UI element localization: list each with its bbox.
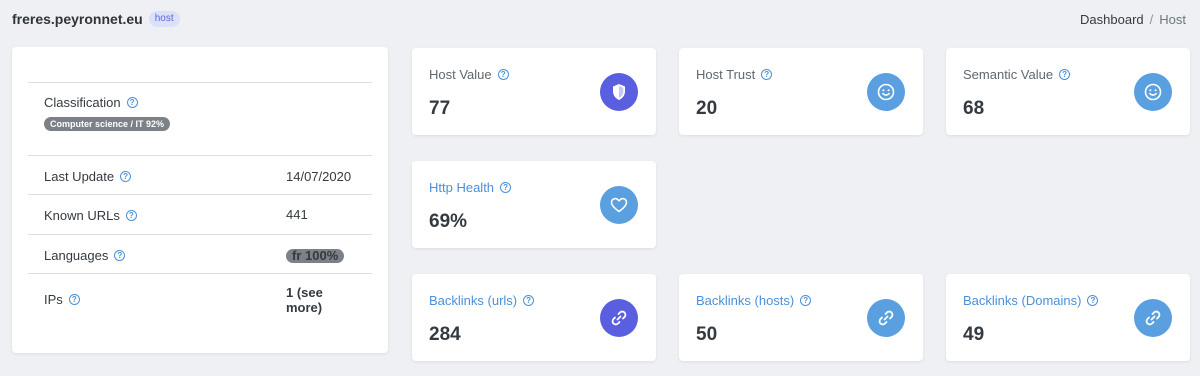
- classification-label: Classification ?: [44, 95, 138, 110]
- site-header: freres.peyronnet.eu host: [12, 11, 180, 27]
- http-health-card: Http Health ? 69%: [412, 161, 656, 248]
- semantic-value-title: Semantic Value ?: [963, 67, 1071, 82]
- ips-see-more-link[interactable]: 1 (see more): [286, 285, 323, 315]
- ips-row: IPs ? 1 (see more): [28, 273, 372, 333]
- help-icon[interactable]: ?: [1059, 69, 1071, 80]
- semantic-value-value: 68: [963, 98, 985, 119]
- host-value-value: 77: [429, 98, 451, 119]
- help-icon[interactable]: ?: [497, 69, 509, 80]
- last-update-value: 14/07/2020: [286, 169, 352, 184]
- backlinks-hosts-card: Backlinks (hosts) ? 50: [679, 274, 923, 361]
- http-health-value: 69%: [429, 211, 468, 232]
- smiley-icon: [867, 73, 905, 111]
- info-table: Classification ? Computer science / IT 9…: [28, 82, 372, 333]
- backlinks-hosts-value: 50: [696, 324, 718, 345]
- backlinks-domains-card: Backlinks (Domains) ? 49: [946, 274, 1190, 361]
- host-trust-card: Host Trust ? 20: [679, 48, 923, 135]
- host-value-card: Host Value ? 77: [412, 48, 656, 135]
- language-badge: fr 100%: [286, 249, 345, 263]
- known-urls-label: Known URLs ?: [44, 208, 137, 223]
- backlinks-urls-card: Backlinks (urls) ? 284: [412, 274, 656, 361]
- backlinks-urls-title: Backlinks (urls) ?: [429, 293, 535, 308]
- languages-row: Languages ? fr 100%: [28, 234, 372, 273]
- shield-icon: [600, 73, 638, 111]
- classification-badge: Computer science / IT 92%: [44, 117, 171, 131]
- top-bar: freres.peyronnet.eu host Dashboard / Hos…: [12, 9, 1186, 29]
- link-icon: [600, 299, 638, 337]
- help-icon[interactable]: ?: [761, 69, 773, 80]
- breadcrumb-dashboard[interactable]: Dashboard: [1080, 12, 1144, 27]
- semantic-value-card: Semantic Value ? 68: [946, 48, 1190, 135]
- host-trust-value: 20: [696, 98, 718, 119]
- known-urls-row: Known URLs ? 441: [28, 194, 372, 234]
- breadcrumb-current: Host: [1159, 11, 1186, 27]
- help-icon[interactable]: ?: [500, 182, 512, 193]
- languages-label: Languages ?: [44, 248, 126, 263]
- known-urls-value: 441: [286, 207, 308, 222]
- backlinks-hosts-title: Backlinks (hosts) ?: [696, 293, 812, 308]
- breadcrumb-separator: /: [1149, 11, 1154, 27]
- help-icon[interactable]: ?: [800, 295, 812, 306]
- help-icon[interactable]: ?: [125, 210, 137, 221]
- breadcrumb: Dashboard / Host: [1080, 12, 1186, 27]
- help-icon[interactable]: ?: [523, 295, 535, 306]
- help-icon[interactable]: ?: [126, 97, 138, 108]
- ips-label: IPs ?: [44, 292, 80, 307]
- help-icon[interactable]: ?: [1087, 295, 1099, 306]
- host-info-card: Classification ? Computer science / IT 9…: [12, 47, 388, 353]
- help-icon[interactable]: ?: [114, 250, 126, 261]
- smiley-icon: [1134, 73, 1172, 111]
- backlinks-domains-title: Backlinks (Domains) ?: [963, 293, 1099, 308]
- backlinks-urls-value: 284: [429, 324, 461, 345]
- classification-row: Classification ? Computer science / IT 9…: [28, 82, 372, 155]
- link-icon: [867, 299, 905, 337]
- link-icon: [1134, 299, 1172, 337]
- host-value-title: Host Value ?: [429, 67, 509, 82]
- type-badge: host: [148, 11, 180, 27]
- last-update-row: Last Update ? 14/07/2020: [28, 155, 372, 194]
- help-icon[interactable]: ?: [68, 294, 80, 305]
- backlinks-domains-value: 49: [963, 324, 985, 345]
- host-trust-title: Host Trust ?: [696, 67, 773, 82]
- help-icon[interactable]: ?: [120, 171, 132, 182]
- heart-icon: [600, 186, 638, 224]
- http-health-title: Http Health ?: [429, 180, 512, 195]
- last-update-label: Last Update ?: [44, 169, 132, 184]
- site-name: freres.peyronnet.eu: [12, 11, 143, 27]
